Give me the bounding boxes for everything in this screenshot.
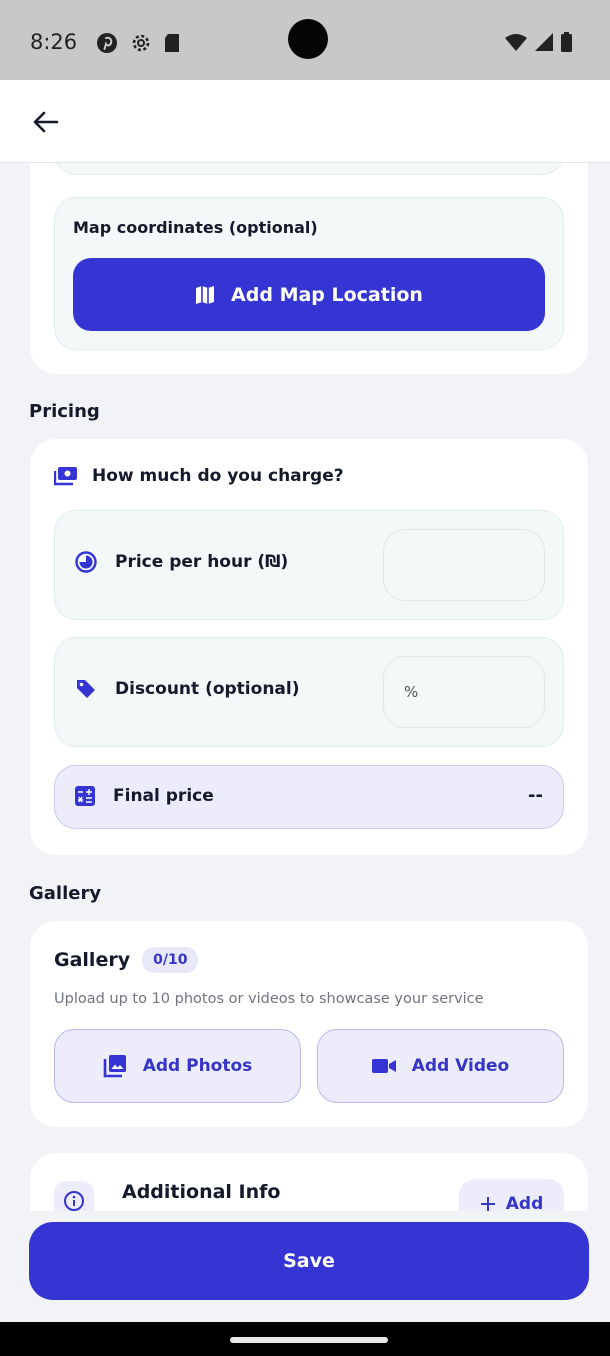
sd-card-icon	[165, 34, 179, 52]
money-icon	[54, 467, 77, 486]
gallery-card-title: Gallery	[54, 949, 131, 971]
add-map-location-label: Add Map Location	[231, 283, 423, 306]
scroll-content[interactable]: Map coordinates (optional) Add Map Locat…	[0, 163, 610, 1211]
location-previous-field	[54, 163, 564, 175]
map-icon	[196, 285, 215, 304]
gallery-header: Gallery 0/10	[54, 947, 199, 973]
status-time: 8:26	[30, 30, 78, 54]
gallery-count-badge: 0/10	[142, 947, 199, 973]
tag-icon	[77, 680, 95, 698]
add-map-location-button[interactable]: Add Map Location	[73, 258, 545, 331]
camera-cutout	[288, 19, 328, 59]
status-notification-icons	[96, 32, 180, 54]
calculator-icon	[75, 786, 95, 806]
status-system-icons	[505, 32, 572, 52]
pricing-question-label: How much do you charge?	[92, 466, 344, 486]
additional-info-card: Additional Info Add	[30, 1153, 588, 1211]
add-photos-label: Add Photos	[142, 1056, 253, 1076]
back-button[interactable]	[30, 106, 62, 138]
map-coordinates-label: Map coordinates (optional)	[73, 218, 318, 237]
info-icon	[64, 1191, 84, 1211]
additional-info-add-label: Add	[505, 1194, 544, 1211]
pricing-card: How much do you charge? Price per hour (…	[30, 439, 588, 855]
discount-label: Discount (optional)	[115, 679, 300, 699]
final-price-value: --	[528, 785, 543, 806]
additional-info-add-button[interactable]: Add	[459, 1179, 564, 1211]
location-card: Map coordinates (optional) Add Map Locat…	[30, 163, 588, 374]
signal-icon	[535, 33, 553, 51]
wifi-icon	[505, 34, 527, 51]
additional-info-title: Additional Info	[122, 1181, 281, 1203]
photo-library-icon	[103, 1055, 126, 1078]
home-gesture-handle[interactable]	[230, 1337, 388, 1343]
save-button[interactable]: Save	[29, 1222, 589, 1300]
discount-label-group: Discount (optional)	[75, 678, 300, 700]
add-video-button[interactable]: Add Video	[317, 1029, 564, 1103]
gallery-card: Gallery 0/10 Upload up to 10 photos or v…	[30, 921, 588, 1127]
add-video-label: Add Video	[411, 1056, 510, 1076]
price-per-hour-row: Price per hour (₪)	[54, 510, 564, 620]
map-coordinates-box: Map coordinates (optional) Add Map Locat…	[54, 197, 564, 350]
pricing-section-title: Pricing	[29, 401, 100, 422]
info-icon-box	[54, 1181, 94, 1211]
battery-icon	[561, 32, 572, 52]
add-photos-button[interactable]: Add Photos	[54, 1029, 301, 1103]
plus-icon	[480, 1197, 495, 1211]
save-button-label: Save	[283, 1250, 335, 1272]
gallery-description: Upload up to 10 photos or videos to show…	[54, 991, 484, 1007]
price-per-hour-input[interactable]	[383, 529, 545, 601]
final-price-label: Final price	[113, 786, 214, 806]
arrow-left-icon	[33, 111, 59, 133]
gallery-section-title: Gallery	[29, 883, 102, 904]
system-nav-bar	[0, 1322, 610, 1356]
video-camera-icon	[371, 1059, 396, 1073]
price-per-hour-label: Price per hour (₪)	[115, 552, 289, 572]
discount-input[interactable]: %	[383, 656, 545, 728]
final-price-label-group: Final price	[75, 786, 214, 806]
discount-row: Discount (optional) %	[54, 637, 564, 747]
final-price-row: Final price --	[54, 765, 564, 829]
pinterest-icon	[97, 33, 117, 53]
app-bar	[0, 80, 610, 163]
clock-icon	[75, 551, 97, 573]
settings-gear-icon	[132, 34, 150, 52]
status-bar: 8:26	[0, 0, 610, 80]
price-per-hour-label-group: Price per hour (₪)	[75, 551, 288, 573]
pricing-question: How much do you charge?	[54, 466, 344, 486]
